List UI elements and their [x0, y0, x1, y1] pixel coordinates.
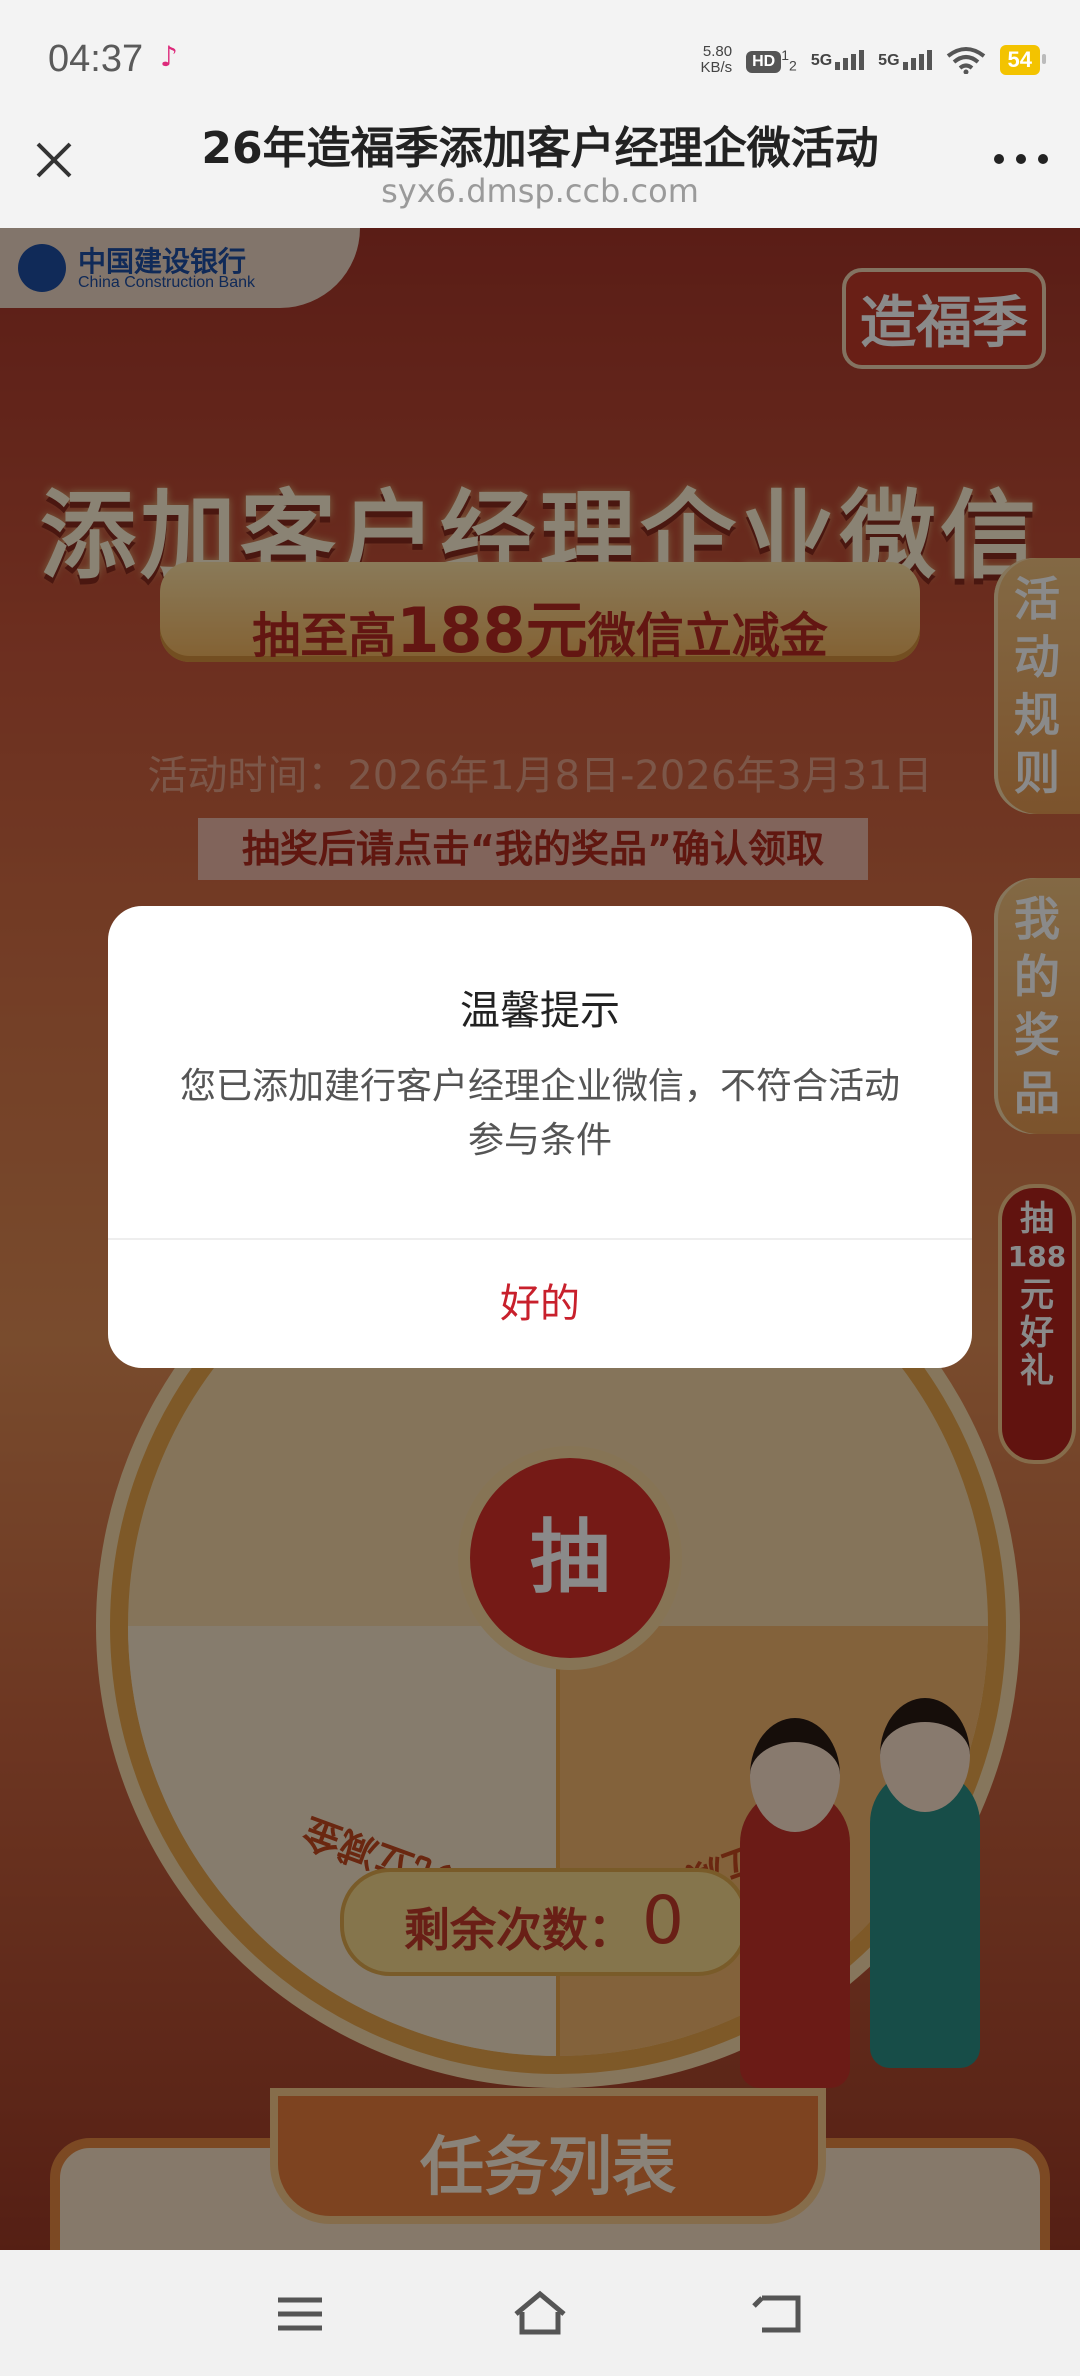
- page-url: syx6.dmsp.ccb.com: [381, 172, 699, 210]
- ok-button[interactable]: 好的: [108, 1240, 972, 1368]
- wifi-icon: [946, 47, 985, 74]
- net-speed-value: 5.80: [702, 43, 733, 60]
- system-nav-bar: [0, 2250, 1080, 2376]
- battery-icon: 54: [999, 45, 1047, 75]
- net-speed-unit: KB/s: [700, 59, 733, 76]
- more-options-icon[interactable]: [994, 154, 1048, 164]
- net-speed: 5.80 KB/s: [700, 44, 732, 76]
- tiktok-icon: ♪: [160, 40, 178, 73]
- back-icon[interactable]: [750, 2286, 810, 2342]
- status-time: 04:37: [48, 38, 144, 80]
- status-icons: 5.80 KB/s HD 12 5G 5G 54: [700, 40, 1047, 80]
- dialog-message: 您已添加建行客户经理企业微信，不符合活动参与条件: [179, 1066, 900, 1161]
- browser-title-bar: 26年造福季添加客户经理企微活动 syx6.dmsp.ccb.com: [0, 100, 1080, 228]
- menu-icon[interactable]: [270, 2286, 330, 2342]
- page-title: 26年造福季添加客户经理企微活动: [201, 123, 879, 174]
- hd-icon: HD 12: [746, 47, 797, 73]
- signal-1-icon: 5G: [811, 50, 865, 70]
- tip-dialog: 温馨提示 您已添加建行客户经理企业微信，不符合活动参与条件 好的: [108, 906, 972, 1368]
- signal-2-icon: 5G: [878, 50, 932, 70]
- home-icon[interactable]: [510, 2286, 570, 2342]
- dialog-title: 温馨提示: [460, 988, 620, 1034]
